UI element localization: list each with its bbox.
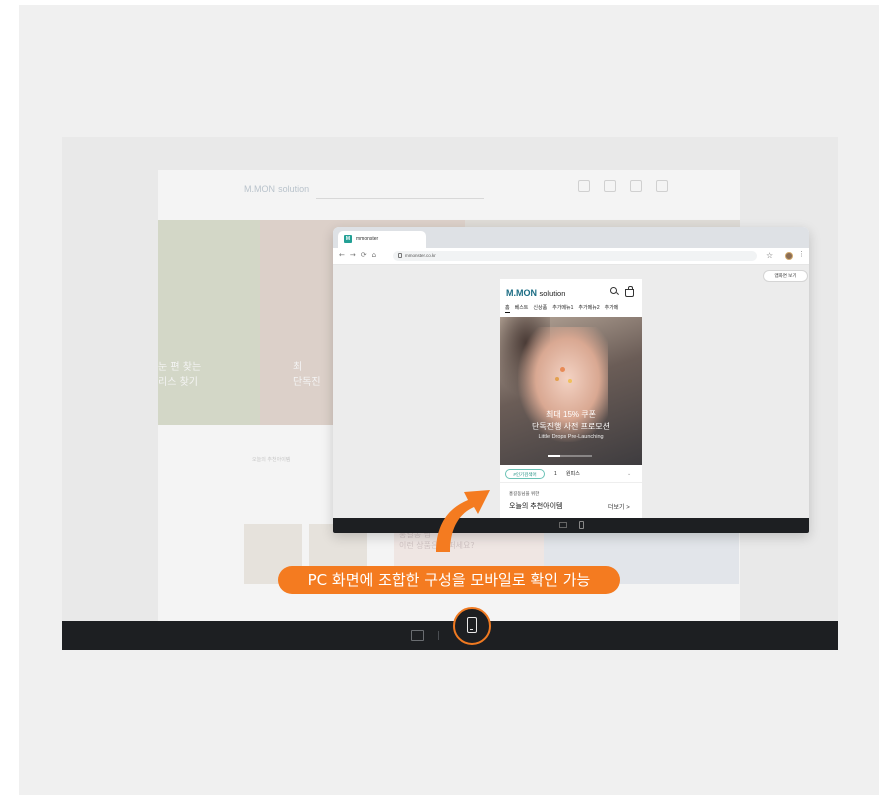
browser-device-bar: [333, 518, 809, 533]
banner-flower: [555, 377, 559, 381]
hero-mid-text: 최 단독진: [293, 362, 321, 388]
hero-left-text: 눈 편 찾는 리스 찾기: [158, 362, 202, 388]
desktop-search: [316, 182, 484, 199]
banner-flower: [568, 379, 572, 383]
browser-nav-icons[interactable]: ←→⟳⌂: [339, 251, 381, 259]
tab-title: mmonster: [356, 236, 379, 242]
browser-tab-bar: M mmonster: [333, 227, 809, 248]
banner-headline: 최대 15% 쿠폰: [546, 410, 596, 419]
desktop-member-icons: [578, 180, 668, 192]
bookmark-star-icon[interactable]: ☆: [766, 251, 773, 261]
shopping-bag-icon[interactable]: [625, 286, 634, 297]
mobile-banner[interactable]: 최대 15% 쿠폰 단독진행 사전 프로모션 Little Drops Pre-…: [500, 317, 642, 465]
mobile-page: M.MON solution 홈 베스트 신상품 추가메뉴1 추가메뉴2 추가메…: [500, 279, 642, 518]
browser-window: M mmonster ←→⟳⌂ mmonster.co.kr ☆ ⋮ 앱화면 보…: [333, 227, 809, 533]
keyword-row[interactable]: #인기검색어 1 원피스 ⌄: [500, 466, 642, 483]
lock-icon: [398, 253, 402, 258]
keyword-badge: #인기검색어: [505, 469, 545, 479]
mobile-icon: [467, 617, 477, 633]
menu-item-extra3[interactable]: 추가메: [605, 304, 619, 313]
menu-item-best[interactable]: 베스트: [515, 304, 529, 313]
banner-caption: Little Drops Pre-Launching: [538, 434, 604, 440]
banner-pager: [548, 455, 592, 457]
menu-item-home[interactable]: 홈: [505, 304, 510, 313]
banner-subheadline: 단독진행 사전 프로모션: [531, 422, 611, 431]
banner-flower: [560, 367, 565, 372]
desktop-recommend: 오늘의 추천아이템: [252, 457, 291, 463]
app-view-button[interactable]: 앱화면 보기: [763, 270, 808, 282]
cart-icon: [630, 180, 642, 192]
toggle-divider: [438, 631, 439, 640]
chevron-down-icon[interactable]: ⌄: [627, 469, 631, 479]
mobile-icon[interactable]: [579, 521, 584, 529]
address-url: mmonster.co.kr: [405, 253, 436, 258]
browser-menu-icon[interactable]: ⋮: [798, 250, 805, 258]
globe-icon: [656, 180, 668, 192]
mobile-logo[interactable]: M.MON solution: [506, 288, 565, 298]
device-toggle-bar: [62, 621, 838, 650]
callout-label: PC 화면에 조합한 구성을 모바일로 확인 가능: [278, 566, 620, 594]
recommend-subtitle: 홍길동님을 위한: [509, 491, 540, 496]
desktop-icon[interactable]: [559, 522, 567, 528]
menu-item-new[interactable]: 신상품: [533, 304, 547, 313]
address-bar[interactable]: mmonster.co.kr: [393, 251, 757, 261]
user-icon: [604, 180, 616, 192]
hero-image-left: [158, 220, 260, 425]
more-link[interactable]: 더보기 >: [608, 502, 630, 511]
callout-arrow-icon: [436, 490, 490, 552]
recommend-title: 오늘의 추천아이템: [509, 503, 563, 510]
mobile-menu: 홈 베스트 신상품 추가메뉴1 추가메뉴2 추가메: [505, 304, 642, 313]
browser-toolbar: ←→⟳⌂ mmonster.co.kr ☆ ⋮: [333, 248, 809, 265]
search-icon[interactable]: [610, 287, 617, 294]
desktop-icon[interactable]: [411, 630, 424, 641]
menu-item-extra2[interactable]: 추가메뉴2: [578, 304, 599, 313]
browser-viewport: 앱화면 보기 M.MON solution 홈 베스트 신상품 추가메뉴1 추가…: [333, 265, 809, 518]
profile-avatar[interactable]: [785, 252, 793, 260]
login-icon: [578, 180, 590, 192]
browser-tab[interactable]: M mmonster: [338, 231, 426, 248]
menu-item-extra1[interactable]: 추가메뉴1: [552, 304, 573, 313]
mobile-view-button[interactable]: [453, 607, 491, 645]
favicon-icon: M: [344, 235, 352, 243]
desktop-logo: M.MON solution: [244, 184, 310, 194]
keyword-rank: 1: [554, 471, 557, 477]
keyword-text: 원피스: [566, 471, 580, 477]
